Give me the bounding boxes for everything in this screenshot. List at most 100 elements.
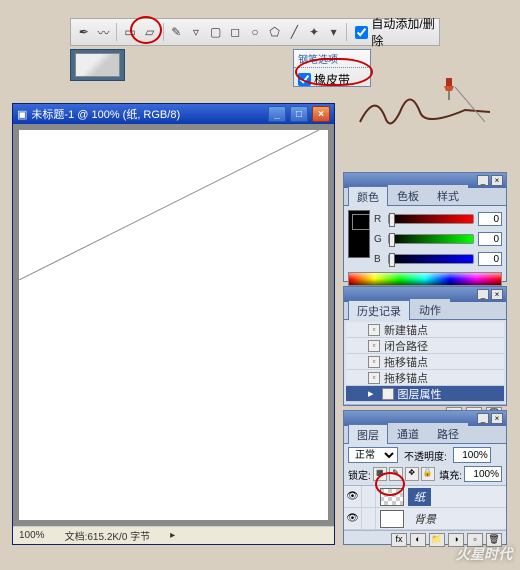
- layer-item[interactable]: 👁 纸: [344, 486, 506, 508]
- tab-layers[interactable]: 图层: [348, 424, 388, 444]
- visibility-toggle[interactable]: 👁: [344, 508, 362, 529]
- new-group-icon[interactable]: 📁: [429, 533, 445, 547]
- shape-path-icon[interactable]: ▱: [141, 22, 159, 42]
- tab-styles[interactable]: 样式: [428, 185, 468, 205]
- auto-add-remove-option[interactable]: 自动添加/删除: [355, 15, 435, 49]
- watermark: 火星时代: [456, 544, 512, 564]
- layers-panel-tabs: 图层 通道 路径: [344, 426, 506, 444]
- minimize-button[interactable]: _: [268, 106, 286, 122]
- app-icon: ▣: [17, 108, 27, 121]
- lock-pixels-icon[interactable]: ✎: [389, 467, 403, 481]
- fill-input[interactable]: [464, 466, 502, 482]
- custom-shape-icon[interactable]: ✦: [305, 22, 323, 42]
- rect-tool-icon[interactable]: ▢: [207, 22, 225, 42]
- pen-tool-icon[interactable]: ✒: [75, 22, 93, 42]
- link-col[interactable]: [362, 486, 376, 507]
- path-line: [19, 130, 319, 280]
- anchor-pen-icon[interactable]: ✎: [167, 22, 185, 42]
- history-marker-icon: ▸: [368, 387, 374, 400]
- history-item[interactable]: ▫闭合路径: [346, 338, 504, 354]
- r-label: R: [374, 214, 384, 225]
- document-body: [13, 124, 334, 526]
- history-panel: _ × 历史记录 动作 ▫新建锚点 ▫闭合路径 ▫拖移锚点 ▫拖移锚点 ▸▫图层…: [343, 286, 507, 406]
- color-spectrum[interactable]: [348, 272, 502, 286]
- b-slider[interactable]: [388, 254, 474, 264]
- g-value-input[interactable]: [478, 232, 502, 246]
- title-bar: ▣ 未标题-1 @ 100% (纸, RGB/8) _ □ ×: [13, 104, 334, 124]
- panel-minimize-icon[interactable]: _: [477, 175, 489, 186]
- history-item[interactable]: ▫拖移锚点: [346, 354, 504, 370]
- auto-add-remove-checkbox[interactable]: [355, 26, 368, 39]
- visibility-toggle[interactable]: 👁: [344, 486, 362, 507]
- layer-name[interactable]: 背景: [408, 510, 442, 528]
- panel-close-icon[interactable]: ×: [491, 175, 503, 186]
- lock-transparency-icon[interactable]: ▦: [373, 467, 387, 481]
- panel-close-icon[interactable]: ×: [491, 413, 503, 424]
- history-list: ▫新建锚点 ▫闭合路径 ▫拖移锚点 ▫拖移锚点 ▸▫图层属性: [344, 320, 506, 404]
- shape-rect-icon[interactable]: ▭: [121, 22, 139, 42]
- layer-style-icon[interactable]: fx: [391, 533, 407, 547]
- polygon-tool-icon[interactable]: ⬠: [266, 22, 284, 42]
- tool-preset-thumb[interactable]: [75, 53, 120, 77]
- b-value-input[interactable]: [478, 252, 502, 266]
- layer-name[interactable]: 纸: [408, 488, 431, 506]
- ellipse-tool-icon[interactable]: ○: [246, 22, 264, 42]
- history-step-icon: ▫: [368, 340, 380, 352]
- layers-panel: _ × 图层 通道 路径 正常 不透明度: 锁定: ▦ ✎ ✥ 🔒 填充: 👁 …: [343, 410, 507, 545]
- foreground-background-swatch[interactable]: [348, 210, 370, 258]
- lock-position-icon[interactable]: ✥: [405, 467, 419, 481]
- panel-minimize-icon[interactable]: _: [477, 289, 489, 300]
- link-col[interactable]: [362, 508, 376, 529]
- panel-minimize-icon[interactable]: _: [477, 413, 489, 424]
- canvas[interactable]: [19, 130, 328, 520]
- g-slider[interactable]: [388, 234, 474, 244]
- history-step-icon: ▫: [382, 388, 394, 400]
- handwriting-scribble: [355, 82, 495, 142]
- rounded-rect-icon[interactable]: ◻: [226, 22, 244, 42]
- pen-options-bar: ✒ 〰 ▭ ▱ ✎ ▿ ▢ ◻ ○ ⬠ ╱ ✦ ▾ 自动添加/删除: [70, 18, 440, 46]
- tool-preset-strip: [70, 49, 125, 81]
- tab-channels[interactable]: 通道: [388, 423, 428, 443]
- pen-options-flyout: 钢笔选项 橡皮带: [293, 49, 371, 87]
- blend-mode-select[interactable]: 正常: [348, 447, 398, 463]
- freeform-pen-icon[interactable]: 〰: [95, 22, 113, 42]
- r-slider[interactable]: [388, 214, 474, 224]
- layer-item[interactable]: 👁 背景: [344, 508, 506, 530]
- layer-mask-icon[interactable]: ◐: [410, 533, 426, 547]
- tab-history[interactable]: 历史记录: [348, 300, 410, 320]
- close-button[interactable]: ×: [312, 106, 330, 122]
- tab-swatches[interactable]: 色板: [388, 185, 428, 205]
- lock-label: 锁定:: [348, 467, 371, 482]
- b-label: B: [374, 254, 384, 265]
- history-item-active[interactable]: ▸▫图层属性: [346, 386, 504, 402]
- convert-point-icon[interactable]: ▿: [187, 22, 205, 42]
- history-step-icon: ▫: [368, 372, 380, 384]
- history-item[interactable]: ▫拖移锚点: [346, 370, 504, 386]
- window-title: 未标题-1 @ 100% (纸, RGB/8): [31, 106, 180, 122]
- history-item[interactable]: ▫新建锚点: [346, 322, 504, 338]
- pushpin-icon: [442, 78, 456, 100]
- tab-actions[interactable]: 动作: [410, 299, 450, 319]
- r-value-input[interactable]: [478, 212, 502, 226]
- maximize-button[interactable]: □: [290, 106, 308, 122]
- status-menu-icon[interactable]: ▸: [170, 530, 175, 541]
- tab-paths[interactable]: 路径: [428, 423, 468, 443]
- lock-all-icon[interactable]: 🔒: [421, 467, 435, 481]
- divider: [346, 23, 347, 41]
- options-dropdown-icon[interactable]: ▾: [325, 22, 343, 42]
- doc-info: 文档:615.2K/0 字节: [65, 528, 151, 543]
- g-label: G: [374, 234, 384, 245]
- rubber-band-label: 橡皮带: [314, 71, 350, 88]
- panel-close-icon[interactable]: ×: [491, 289, 503, 300]
- tab-color[interactable]: 颜色: [348, 186, 388, 206]
- layer-thumbnail[interactable]: [380, 488, 404, 506]
- line-tool-icon[interactable]: ╱: [285, 22, 303, 42]
- color-panel-tabs: 颜色 色板 样式: [344, 188, 506, 206]
- zoom-level[interactable]: 100%: [19, 530, 45, 541]
- layer-controls: 正常 不透明度: 锁定: ▦ ✎ ✥ 🔒 填充:: [344, 444, 506, 486]
- opacity-label: 不透明度:: [404, 448, 447, 463]
- opacity-input[interactable]: [453, 447, 491, 463]
- flyout-title: 钢笔选项: [294, 50, 370, 68]
- rubber-band-checkbox[interactable]: [298, 73, 311, 86]
- layer-thumbnail[interactable]: [380, 510, 404, 528]
